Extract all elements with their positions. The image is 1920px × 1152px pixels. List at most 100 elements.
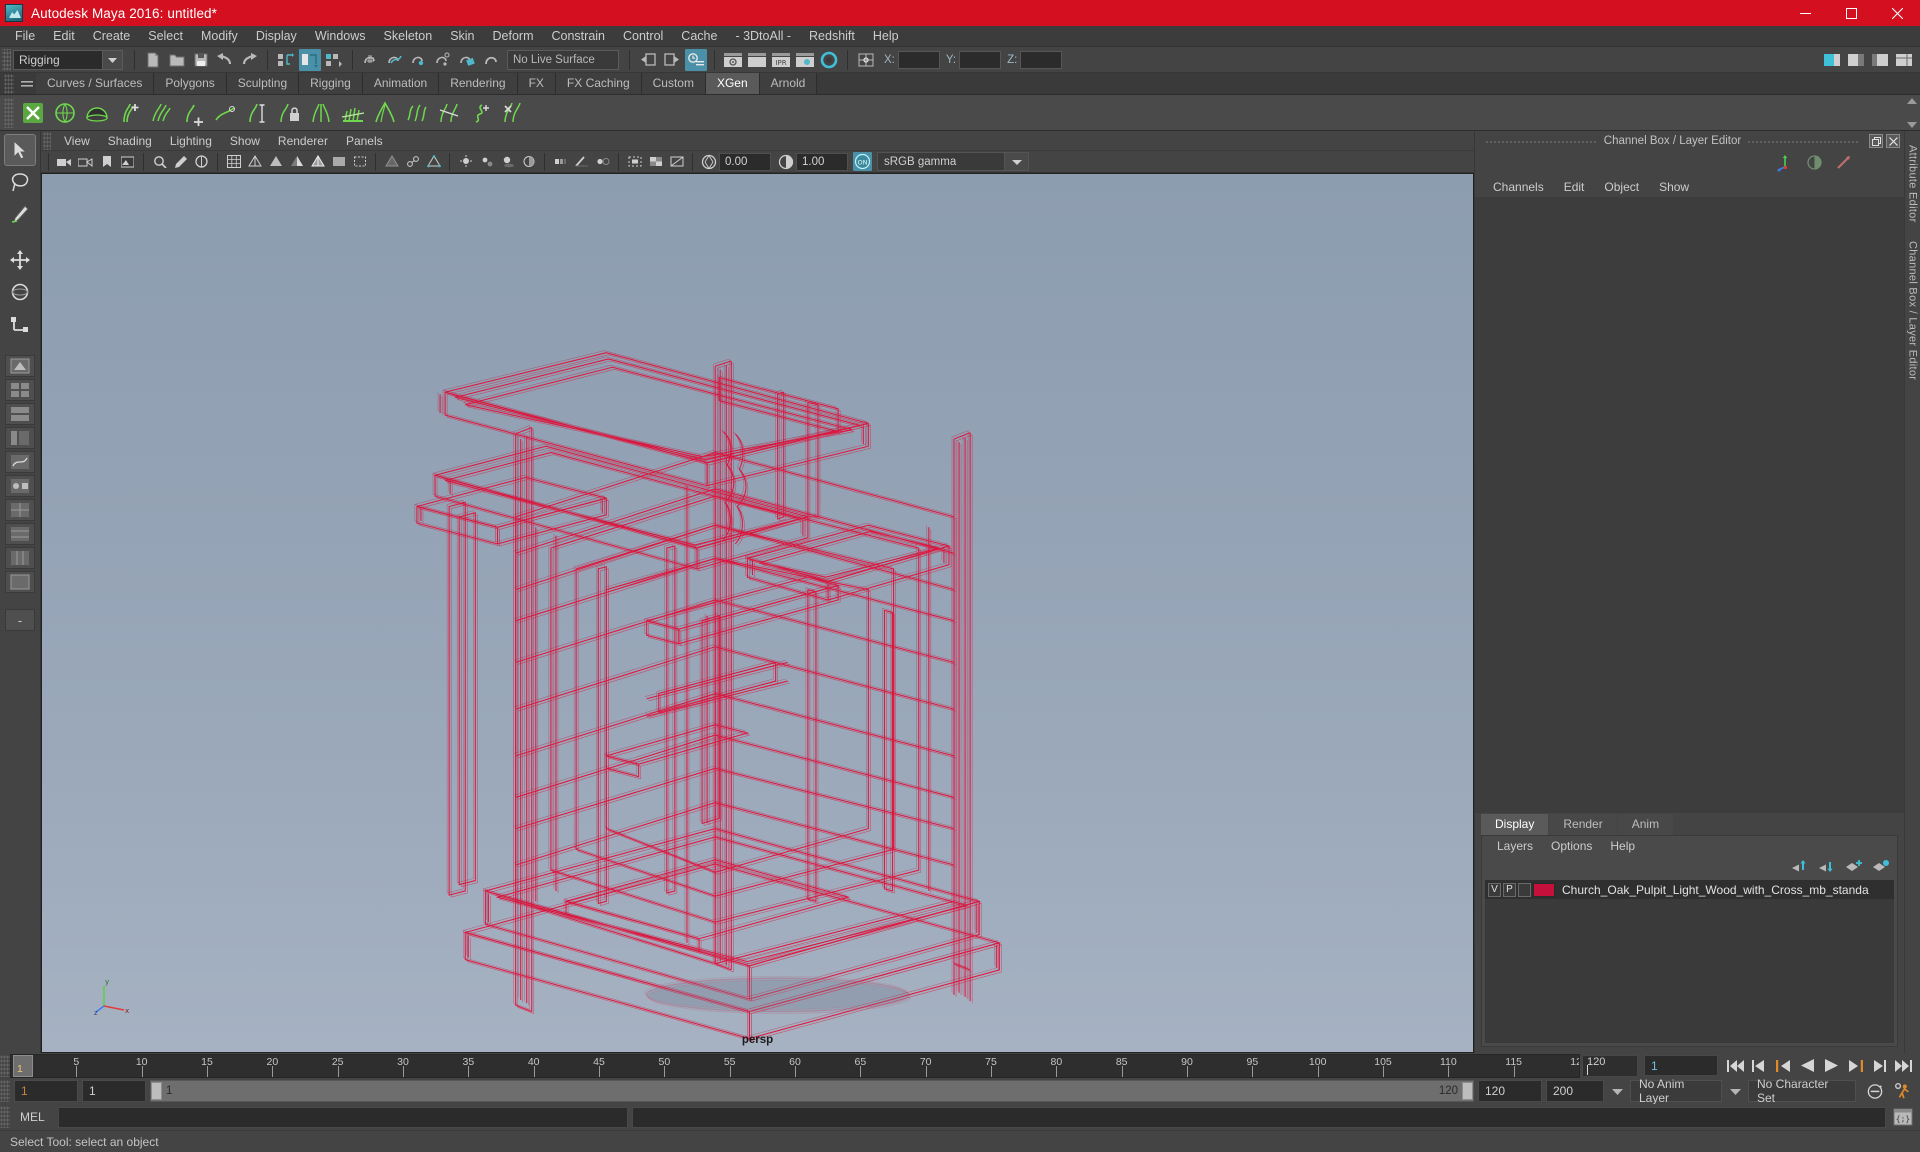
two-dimensional-pan-zoom-icon[interactable] bbox=[150, 152, 169, 171]
side-tab-attribute-editor[interactable]: Attribute Editor bbox=[1907, 145, 1919, 223]
snap-to-view-plane-icon[interactable] bbox=[456, 49, 478, 71]
viewport-menu-lighting[interactable]: Lighting bbox=[161, 131, 221, 151]
shelf-tab-rigging[interactable]: Rigging bbox=[299, 73, 363, 94]
deformation-toggle-icon[interactable] bbox=[1835, 154, 1852, 174]
shelf-tab-xgen[interactable]: XGen bbox=[705, 73, 760, 94]
command-line-grip-icon[interactable] bbox=[0, 1106, 10, 1128]
xgen-lock-icon[interactable] bbox=[274, 98, 304, 128]
time-slider-track[interactable]: 1 5 10 15 20 25 30 35 40 45 50 55 60 65 70 75 80 85 90 95 1… bbox=[10, 1053, 1580, 1078]
anim-layer-selector[interactable]: No Anim Layer bbox=[1630, 1077, 1722, 1105]
xgen-cut-icon[interactable] bbox=[434, 98, 464, 128]
menu-file[interactable]: File bbox=[6, 26, 44, 47]
menu-modify[interactable]: Modify bbox=[192, 26, 247, 47]
layer-menu-options[interactable]: Options bbox=[1542, 836, 1601, 856]
toolbox-minimize-button[interactable]: - bbox=[5, 609, 35, 631]
display-textures-icon[interactable] bbox=[646, 152, 665, 171]
menu-edit[interactable]: Edit bbox=[44, 26, 84, 47]
rotate-tool-icon[interactable] bbox=[5, 277, 35, 307]
range-slider-bar[interactable]: 1 120 bbox=[150, 1080, 1474, 1102]
menu-redshift[interactable]: Redshift bbox=[800, 26, 864, 47]
layout-blank-icon[interactable] bbox=[5, 571, 35, 593]
xray-joints-icon[interactable] bbox=[403, 152, 422, 171]
menu-cache[interactable]: Cache bbox=[672, 26, 726, 47]
select-hierarchy-icon[interactable] bbox=[275, 49, 297, 71]
menu-constrain[interactable]: Constrain bbox=[543, 26, 615, 47]
menu-select[interactable]: Select bbox=[139, 26, 192, 47]
anim-layer-chevron-down-icon[interactable] bbox=[1608, 1080, 1626, 1102]
xgen-coil-icon[interactable] bbox=[466, 98, 496, 128]
close-button[interactable] bbox=[1874, 0, 1920, 26]
tab-render[interactable]: Render bbox=[1549, 814, 1617, 835]
viewport-menu-shading[interactable]: Shading bbox=[99, 131, 161, 151]
shelf-tab-arnold[interactable]: Arnold bbox=[759, 73, 818, 94]
hypershade-icon[interactable] bbox=[818, 49, 840, 71]
layout-single-perspective-icon[interactable] bbox=[5, 355, 35, 377]
bookmark-icon[interactable] bbox=[97, 152, 116, 171]
layout-outliner-persp-icon[interactable] bbox=[5, 427, 35, 449]
undock-icon[interactable] bbox=[1869, 134, 1884, 148]
xray-active-components-icon[interactable] bbox=[424, 152, 443, 171]
menu-3dtoall[interactable]: - 3DtoAll - bbox=[726, 26, 800, 47]
bounding-box-icon[interactable] bbox=[350, 152, 369, 171]
time-slider-cursor[interactable]: 1 bbox=[13, 1054, 33, 1077]
live-surface-field[interactable]: No Live Surface bbox=[507, 49, 619, 70]
layout-persp-graph-icon[interactable] bbox=[5, 451, 35, 473]
move-layer-down-icon[interactable] bbox=[1818, 859, 1835, 876]
shelf-tab-fx-caching[interactable]: FX Caching bbox=[555, 73, 642, 94]
isolate-select-icon[interactable] bbox=[625, 152, 644, 171]
attribute-editor-toggle-icon[interactable] bbox=[1845, 49, 1867, 71]
exposure-field[interactable]: 0.00 bbox=[719, 152, 771, 171]
layout-hypershade-icon[interactable] bbox=[5, 475, 35, 497]
shelf-tab-rendering[interactable]: Rendering bbox=[439, 73, 518, 94]
layout-persp-uv-icon[interactable] bbox=[5, 499, 35, 521]
xgen-add-description-icon[interactable] bbox=[114, 98, 144, 128]
viewport-menu-renderer[interactable]: Renderer bbox=[269, 131, 337, 151]
step-back-frame-icon[interactable] bbox=[1774, 1057, 1792, 1075]
menu-help[interactable]: Help bbox=[864, 26, 908, 47]
menu-display[interactable]: Display bbox=[247, 26, 306, 47]
play-backwards-icon[interactable] bbox=[1798, 1057, 1816, 1075]
auto-keyframe-icon[interactable] bbox=[1866, 1082, 1884, 1100]
camera-attributes-icon[interactable] bbox=[76, 152, 95, 171]
xgen-window-icon[interactable] bbox=[18, 98, 48, 128]
channel-box-toggle-icon[interactable] bbox=[1893, 49, 1915, 71]
layout-three-icon[interactable] bbox=[5, 547, 35, 569]
step-back-keyframe-icon[interactable] bbox=[1750, 1057, 1768, 1075]
tool-settings-toggle-icon[interactable] bbox=[1869, 49, 1891, 71]
perspective-viewport[interactable]: y x z persp bbox=[41, 173, 1474, 1053]
new-scene-icon[interactable] bbox=[142, 49, 164, 71]
xray-icon[interactable] bbox=[382, 152, 401, 171]
render-settings-icon[interactable] bbox=[794, 49, 816, 71]
range-start-time-field[interactable]: 1 bbox=[82, 1080, 146, 1102]
xgen-sculpt-guide-icon[interactable] bbox=[210, 98, 240, 128]
menu-create[interactable]: Create bbox=[84, 26, 140, 47]
layer-playback-toggle[interactable]: P bbox=[1503, 882, 1516, 897]
side-tab-channel-box[interactable]: Channel Box / Layer Editor bbox=[1907, 241, 1919, 380]
layer-color-swatch[interactable] bbox=[1533, 882, 1555, 897]
animation-preferences-icon[interactable] bbox=[1894, 1082, 1912, 1100]
menu-control[interactable]: Control bbox=[614, 26, 672, 47]
character-set-selector[interactable]: No Character Set bbox=[1748, 1077, 1856, 1105]
channel-box-menu-channels[interactable]: Channels bbox=[1483, 177, 1554, 197]
go-to-end-icon[interactable] bbox=[1894, 1057, 1912, 1075]
animation-end-time-field[interactable]: 200 bbox=[1546, 1080, 1604, 1102]
select-component-icon[interactable] bbox=[323, 49, 345, 71]
shelf-tab-curves-surfaces[interactable]: Curves / Surfaces bbox=[36, 73, 155, 94]
layout-four-view-icon[interactable] bbox=[5, 379, 35, 401]
layer-menu-help[interactable]: Help bbox=[1601, 836, 1644, 856]
contrast-icon[interactable] bbox=[776, 152, 795, 171]
channel-box-menu-object[interactable]: Object bbox=[1594, 177, 1649, 197]
layer-name[interactable]: Church_Oak_Pulpit_Light_Wood_with_Cross_… bbox=[1562, 883, 1869, 897]
coord-y-field[interactable] bbox=[959, 50, 1002, 69]
output-connection-icon[interactable] bbox=[661, 49, 683, 71]
xgen-noise-icon[interactable] bbox=[402, 98, 432, 128]
open-scene-icon[interactable] bbox=[166, 49, 188, 71]
render-current-frame-icon[interactable] bbox=[722, 49, 744, 71]
snap-to-point-icon[interactable] bbox=[408, 49, 430, 71]
xgen-part-icon[interactable] bbox=[306, 98, 336, 128]
channel-box-attribute-list[interactable] bbox=[1475, 197, 1904, 813]
xgen-add-guide-icon[interactable] bbox=[178, 98, 208, 128]
grease-pencil-icon[interactable] bbox=[171, 152, 190, 171]
shadows-icon[interactable] bbox=[498, 152, 517, 171]
viewport-panel-grip-icon[interactable] bbox=[43, 131, 51, 150]
